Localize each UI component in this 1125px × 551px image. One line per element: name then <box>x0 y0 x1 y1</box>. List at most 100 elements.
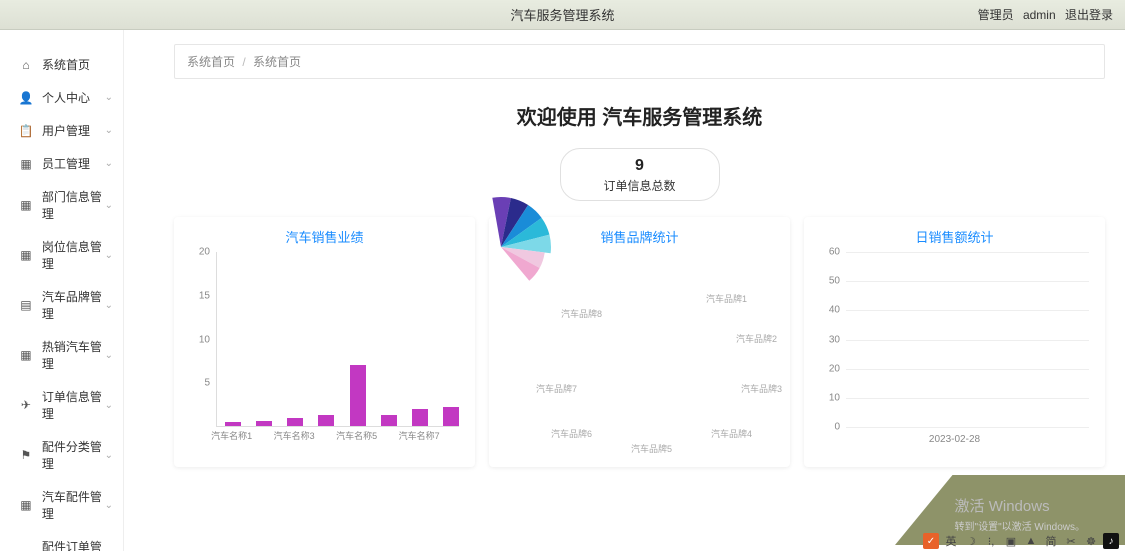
bar <box>381 415 397 426</box>
pie-label: 汽车品牌8 <box>561 307 602 320</box>
sidebar-item-6[interactable]: ▤ 汽车品牌管理⌄ <box>0 280 123 330</box>
main-content: 系统首页 / 系统首页 欢迎使用 汽车服务管理系统 9 订单信息总数 汽车销售业… <box>124 30 1125 551</box>
chevron-down-icon: ⌄ <box>105 125 113 136</box>
sidebar-item-label: 配件分类管理 <box>42 438 113 472</box>
gear-icon[interactable]: ☸ <box>1083 533 1099 549</box>
sidebar-item-0[interactable]: ⌂ 系统首页 <box>0 48 123 81</box>
breadcrumb: 系统首页 / 系统首页 <box>174 44 1105 79</box>
sidebar-item-label: 汽车品牌管理 <box>42 288 113 322</box>
ime-icon[interactable]: ✓ <box>923 533 939 549</box>
sidebar-item-7[interactable]: ▦ 热销汽车管理⌄ <box>0 330 123 380</box>
chevron-down-icon: ⌄ <box>105 400 113 411</box>
pie-label: 汽车品牌5 <box>631 442 672 455</box>
sidebar-item-10[interactable]: ▦ 汽车配件管理⌄ <box>0 480 123 530</box>
bar <box>443 407 459 426</box>
logout-link[interactable]: 退出登录 <box>1065 8 1113 22</box>
sidebar-item-3[interactable]: ▦ 员工管理 ⌄ <box>0 147 123 180</box>
x-label: 汽车名称7 <box>399 429 440 442</box>
sidebar-item-label: 部门信息管理 <box>42 188 113 222</box>
sidebar: ⌂系统首页👤个人中心⌄📋用户管理⌄▦员工管理⌄▦部门信息管理⌄▦岗位信息管理⌄▤… <box>0 30 124 551</box>
users-icon: 📋 <box>18 123 34 139</box>
breadcrumb-sep: / <box>242 55 245 69</box>
y-tick: 15 <box>199 290 210 301</box>
chevron-down-icon: ⌄ <box>105 158 113 169</box>
parts-order-icon: ≡ <box>18 547 34 551</box>
welcome-title: 欢迎使用 汽车服务管理系统 <box>174 101 1105 130</box>
pie-label: 汽车品牌3 <box>741 382 782 395</box>
hot-icon: ▦ <box>18 347 34 363</box>
pie-label: 汽车品牌6 <box>551 427 592 440</box>
y-tick: 20 <box>199 247 210 258</box>
chevron-down-icon: ⌄ <box>105 200 113 211</box>
clip-icon[interactable]: ✂ <box>1063 533 1079 549</box>
sidebar-item-1[interactable]: 👤个人中心⌄ <box>0 81 123 114</box>
sidebar-item-label: 岗位信息管理 <box>42 238 113 272</box>
dept-icon: ▦ <box>18 197 34 213</box>
sidebar-item-2[interactable]: 📋用户管理⌄ <box>0 114 123 147</box>
breadcrumb-root[interactable]: 系统首页 <box>187 55 235 69</box>
chevron-down-icon: ⌄ <box>105 450 113 461</box>
bar <box>256 421 272 426</box>
staff-icon: ▦ <box>18 156 34 172</box>
up-icon[interactable]: ▲ <box>1023 533 1039 549</box>
sidebar-item-label: 配件订单管理 <box>42 538 113 551</box>
app-header: 汽车服务管理系统 管理员 admin 退出登录 <box>0 0 1125 30</box>
pie-label: 汽车品牌2 <box>736 332 777 345</box>
y-tick: 10 <box>829 392 840 403</box>
x-label: 2023-02-28 <box>929 434 980 445</box>
chevron-down-icon: ⌄ <box>105 350 113 361</box>
y-tick: 0 <box>834 422 840 433</box>
bar <box>287 418 303 426</box>
board-icon[interactable]: ▣ <box>1003 533 1019 549</box>
sidebar-item-8[interactable]: ✈ 订单信息管理⌄ <box>0 380 123 430</box>
sidebar-item-label: 员工管理 <box>42 155 90 172</box>
panel-daily-sales: 日销售额统计 0 10 20 30 40 50 60 2023-02-28 <box>804 217 1105 467</box>
sidebar-item-11[interactable]: ≡配件订单管理⌄ <box>0 530 123 551</box>
bar <box>225 422 241 426</box>
lang-en[interactable]: 英 <box>943 533 959 549</box>
sidebar-item-label: 系统首页 <box>42 56 90 73</box>
brand-icon: ▤ <box>18 297 34 313</box>
sidebar-item-label: 汽车配件管理 <box>42 488 113 522</box>
ime-taskbar: ✓英☽⁝,▣▲简✂☸♪ <box>917 531 1125 551</box>
sidebar-item-label: 热销汽车管理 <box>42 338 113 372</box>
header-right: 管理员 admin 退出登录 <box>972 6 1113 23</box>
pie-label: 汽车品牌1 <box>706 292 747 305</box>
user-icon: 👤 <box>18 90 34 106</box>
bar <box>318 415 334 426</box>
sidebar-item-9[interactable]: ⚑ 配件分类管理⌄ <box>0 430 123 480</box>
bar <box>412 409 428 427</box>
sidebar-item-label: 订单信息管理 <box>42 388 113 422</box>
chevron-down-icon: ⌄ <box>105 500 113 511</box>
chevron-down-icon: ⌄ <box>105 300 113 311</box>
sidebar-item-5[interactable]: ▦岗位信息管理⌄ <box>0 230 123 280</box>
x-label: 汽车名称3 <box>274 429 315 442</box>
order-icon: ✈ <box>18 397 34 413</box>
app-title: 汽车服务管理系统 <box>510 5 614 24</box>
panel-title: 日销售额统计 <box>816 227 1093 246</box>
lang-simp[interactable]: 简 <box>1043 533 1059 549</box>
punct-icon[interactable]: ⁝, <box>983 533 999 549</box>
sidebar-item-4[interactable]: ▦ 部门信息管理⌄ <box>0 180 123 230</box>
pie-label: 汽车品牌7 <box>536 382 577 395</box>
parts-icon: ▦ <box>18 497 34 513</box>
home-icon: ⌂ <box>18 57 34 73</box>
mode-icon[interactable]: ☽ <box>963 533 979 549</box>
y-tick: 40 <box>829 305 840 316</box>
y-tick: 10 <box>199 334 210 345</box>
role-label: 管理员 <box>978 8 1014 22</box>
y-tick: 5 <box>204 378 210 389</box>
chevron-down-icon: ⌄ <box>105 250 113 261</box>
pie-chart: 汽车品牌1汽车品牌2汽车品牌3汽车品牌4汽车品牌5汽车品牌6汽车品牌7汽车品牌8 <box>501 252 778 452</box>
y-tick: 20 <box>829 363 840 374</box>
username[interactable]: admin <box>1023 8 1056 22</box>
y-tick: 30 <box>829 334 840 345</box>
x-label: 汽车名称1 <box>211 429 252 442</box>
category-icon: ⚑ <box>18 447 34 463</box>
music-icon[interactable]: ♪ <box>1103 533 1119 549</box>
dashboard-panels: 汽车销售业绩 5101520汽车名称1汽车名称3汽车名称5汽车名称7 销售品牌统… <box>174 217 1105 467</box>
y-tick: 50 <box>829 276 840 287</box>
pie-label: 汽车品牌4 <box>711 427 752 440</box>
y-tick: 60 <box>829 247 840 258</box>
panel-brand-stats: 销售品牌统计 汽车品牌1汽车品牌2汽车品牌3汽车品牌4汽车品牌5汽车品牌6汽车品… <box>489 217 790 467</box>
